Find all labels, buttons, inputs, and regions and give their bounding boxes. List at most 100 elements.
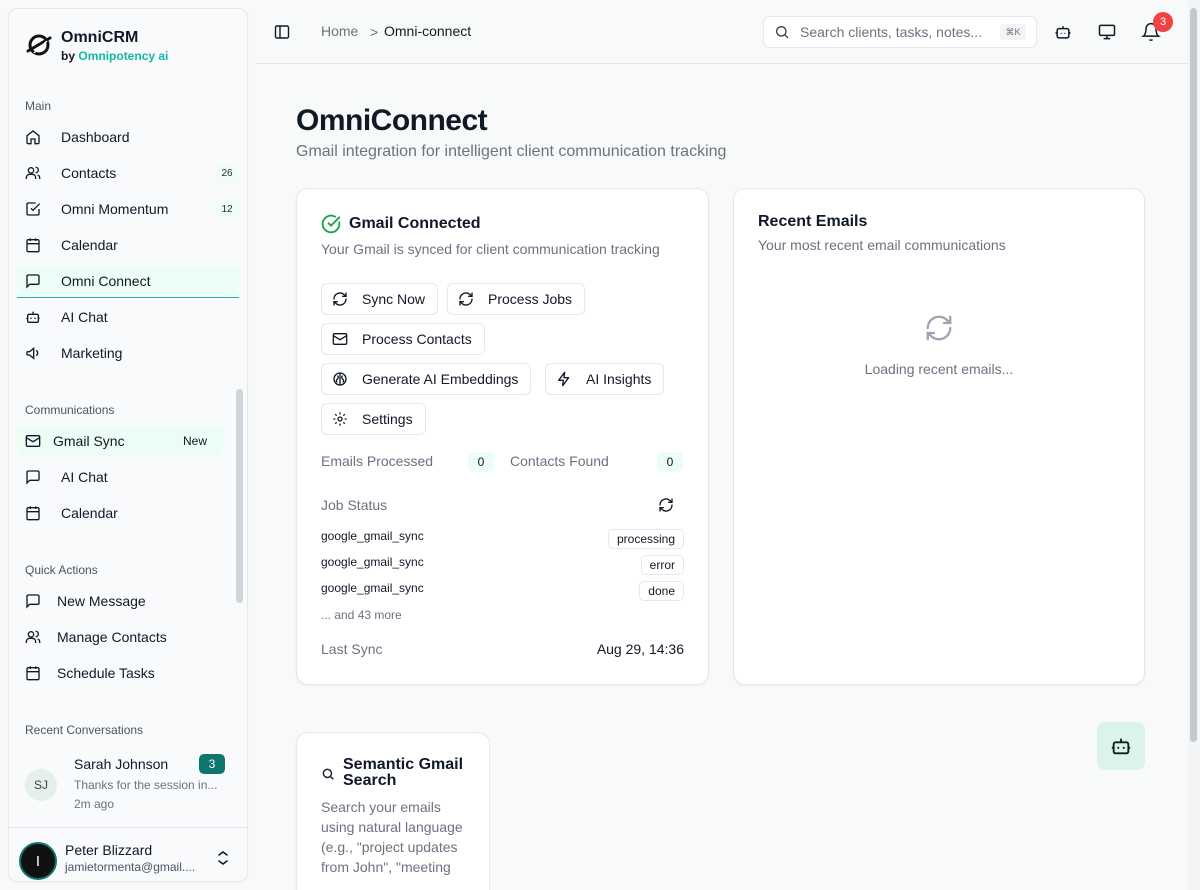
message-square-icon [25, 273, 41, 289]
calendar-icon [25, 505, 41, 521]
page-scrollbar[interactable] [1188, 0, 1200, 890]
chevrons-up-down-icon [218, 851, 228, 865]
sidebar-item-ai-chat[interactable]: AI Chat [17, 302, 239, 332]
job-status-badge: done [639, 581, 684, 601]
recent-emails-card: Recent Emails Your most recent email com… [733, 188, 1145, 685]
loading-text: Loading recent emails... [864, 361, 1014, 377]
ai-assistant-button[interactable] [1097, 722, 1145, 770]
sidebar-toggle-icon[interactable] [274, 24, 290, 40]
sidebar-item-label: Omni Momentum [61, 201, 169, 217]
message-square-icon [25, 469, 41, 485]
sidebar-item-ai-chat-comms[interactable]: AI Chat [17, 462, 239, 492]
refresh-icon [458, 291, 474, 307]
conversation-name: Sarah Johnson [74, 756, 169, 772]
sidebar-item-contacts[interactable]: Contacts 26 [17, 158, 239, 188]
notification-badge: 3 [1153, 12, 1173, 32]
jobs-more-text: ... and 43 more [321, 608, 402, 622]
search-icon [322, 768, 334, 780]
recent-emails-title: Recent Emails [758, 213, 868, 230]
emails-processed-value: 0 [468, 452, 494, 472]
brand[interactable]: OmniCRM by Omnipotency ai [25, 29, 168, 65]
generate-embeddings-label: Generate AI Embeddings [362, 371, 519, 387]
avatar: SJ [25, 769, 57, 801]
process-contacts-button[interactable]: Process Contacts [321, 323, 485, 355]
gmail-card-title: Gmail Connected [349, 215, 481, 232]
contacts-count-badge: 26 [215, 164, 239, 182]
home-icon [25, 129, 41, 145]
semantic-search-title: Semantic Gmail Search [343, 756, 464, 789]
job-status-badge: error [640, 555, 684, 575]
job-name: google_gmail_sync [321, 555, 424, 569]
section-label-communications: Communications [25, 403, 115, 417]
quick-action-label: Manage Contacts [57, 629, 167, 645]
breadcrumb-separator: > [370, 24, 379, 40]
conversation-item[interactable]: SJ Sarah Johnson 3 Thanks for the sessio… [17, 753, 227, 813]
users-icon [25, 629, 41, 645]
job-status-label: Job Status [321, 497, 388, 513]
contacts-found-value: 0 [657, 452, 683, 472]
job-name: google_gmail_sync [321, 529, 424, 543]
sidebar-item-gmail-sync[interactable]: Gmail Sync New [17, 426, 223, 456]
gmail-connected-card: Gmail Connected Your Gmail is synced for… [296, 188, 709, 685]
megaphone-icon [25, 345, 41, 361]
sidebar-item-omni-connect[interactable]: Omni Connect [17, 266, 239, 298]
section-label-recent-conversations: Recent Conversations [25, 723, 144, 737]
monitor-icon[interactable] [1097, 22, 1117, 42]
message-square-icon [25, 593, 41, 609]
conversation-time: 2m ago [74, 797, 115, 811]
quick-action-label: New Message [57, 593, 146, 609]
momentum-count-badge: 12 [215, 200, 239, 218]
process-contacts-label: Process Contacts [362, 331, 472, 347]
sync-now-button[interactable]: Sync Now [321, 283, 439, 315]
quick-action-schedule-tasks[interactable]: Schedule Tasks [25, 663, 155, 683]
settings-button[interactable]: Settings [321, 403, 426, 435]
breadcrumb-home[interactable]: Home [321, 23, 358, 39]
sync-now-label: Sync Now [362, 291, 426, 307]
process-jobs-button[interactable]: Process Jobs [447, 283, 586, 315]
generate-embeddings-button[interactable]: Generate AI Embeddings [321, 363, 532, 395]
check-square-icon [25, 201, 41, 217]
quick-action-label: Schedule Tasks [57, 665, 155, 681]
sidebar-item-calendar[interactable]: Calendar [17, 230, 239, 260]
zap-icon [556, 371, 572, 387]
search-input[interactable]: Search clients, tasks, notes... ⌘K [763, 16, 1037, 48]
gmail-card-description: Your Gmail is synced for client communic… [321, 241, 660, 257]
user-avatar: I [19, 842, 57, 880]
quick-action-new-message[interactable]: New Message [25, 591, 146, 611]
quick-action-manage-contacts[interactable]: Manage Contacts [25, 627, 167, 647]
mail-icon [332, 331, 348, 347]
sidebar-item-label: Dashboard [61, 129, 130, 145]
refresh-jobs-icon[interactable] [658, 497, 674, 513]
page-subtitle: Gmail integration for intelligent client… [296, 143, 727, 160]
job-name: google_gmail_sync [321, 581, 424, 595]
sidebar-item-label: AI Chat [61, 469, 108, 485]
search-shortcut: ⌘K [1000, 24, 1026, 40]
recent-emails-description: Your most recent email communications [758, 237, 1006, 253]
page-scrollbar-thumb[interactable] [1190, 8, 1197, 742]
brand-subtitle: by Omnipotency ai [61, 47, 168, 65]
section-label-main: Main [25, 99, 52, 113]
sidebar-item-label: Contacts [61, 165, 117, 181]
sidebar-scrollbar[interactable] [236, 389, 243, 603]
emails-processed-label: Emails Processed [321, 453, 434, 469]
sidebar-item-omni-momentum[interactable]: Omni Momentum 12 [17, 194, 239, 224]
user-menu[interactable]: I Peter Blizzard jamietormenta@gmail.... [9, 827, 247, 881]
process-jobs-label: Process Jobs [488, 291, 573, 307]
sidebar-item-marketing[interactable]: Marketing [17, 338, 239, 368]
sidebar-item-dashboard[interactable]: Dashboard [17, 122, 239, 152]
job-status-badge: processing [607, 529, 684, 549]
bot-icon [25, 309, 41, 325]
brand-company: Omnipotency ai [78, 49, 169, 63]
semantic-search-description: Search your emails using natural languag… [321, 799, 463, 875]
ai-insights-button[interactable]: AI Insights [545, 363, 665, 395]
omnicrm-logo-icon [26, 34, 52, 56]
sidebar-item-label: Calendar [61, 237, 118, 253]
ai-insights-label: AI Insights [586, 371, 652, 387]
bot-icon[interactable] [1053, 22, 1073, 42]
conversation-preview: Thanks for the session in... [74, 778, 218, 792]
mail-icon [25, 433, 41, 449]
sidebar-item-calendar-comms[interactable]: Calendar [17, 498, 239, 528]
last-sync-value: Aug 29, 14:36 [596, 641, 684, 657]
users-icon [25, 165, 41, 181]
sidebar-item-label: AI Chat [61, 309, 108, 325]
